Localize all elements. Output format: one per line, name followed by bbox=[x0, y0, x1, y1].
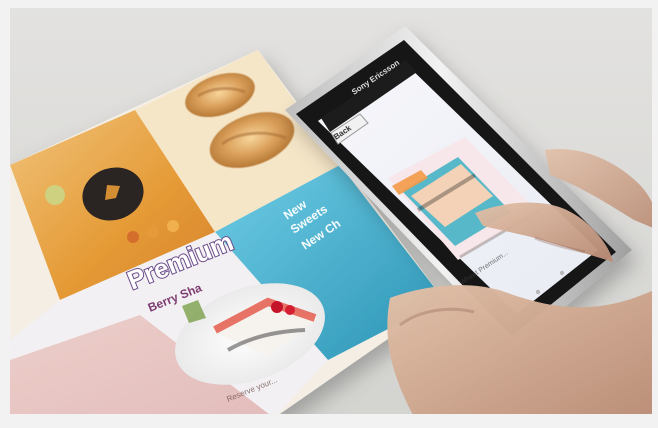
phone-dot-2 bbox=[559, 270, 565, 276]
frame-top bbox=[0, 0, 658, 8]
berry-2 bbox=[285, 305, 295, 315]
small-badge-1 bbox=[127, 231, 139, 243]
small-badge-2 bbox=[147, 226, 159, 238]
small-badge-3 bbox=[167, 220, 179, 232]
frame-right bbox=[652, 0, 658, 428]
frame-bottom bbox=[0, 414, 658, 428]
palm bbox=[387, 285, 658, 428]
berry-1 bbox=[271, 301, 283, 313]
phone-dot-1 bbox=[535, 289, 541, 295]
photo-scene: Premium Berry Sha New Sweets New Ch Rese… bbox=[0, 0, 658, 428]
scene-illustration: Premium Berry Sha New Sweets New Ch Rese… bbox=[0, 0, 658, 428]
green-badge bbox=[45, 185, 65, 205]
frame-left bbox=[0, 0, 10, 428]
